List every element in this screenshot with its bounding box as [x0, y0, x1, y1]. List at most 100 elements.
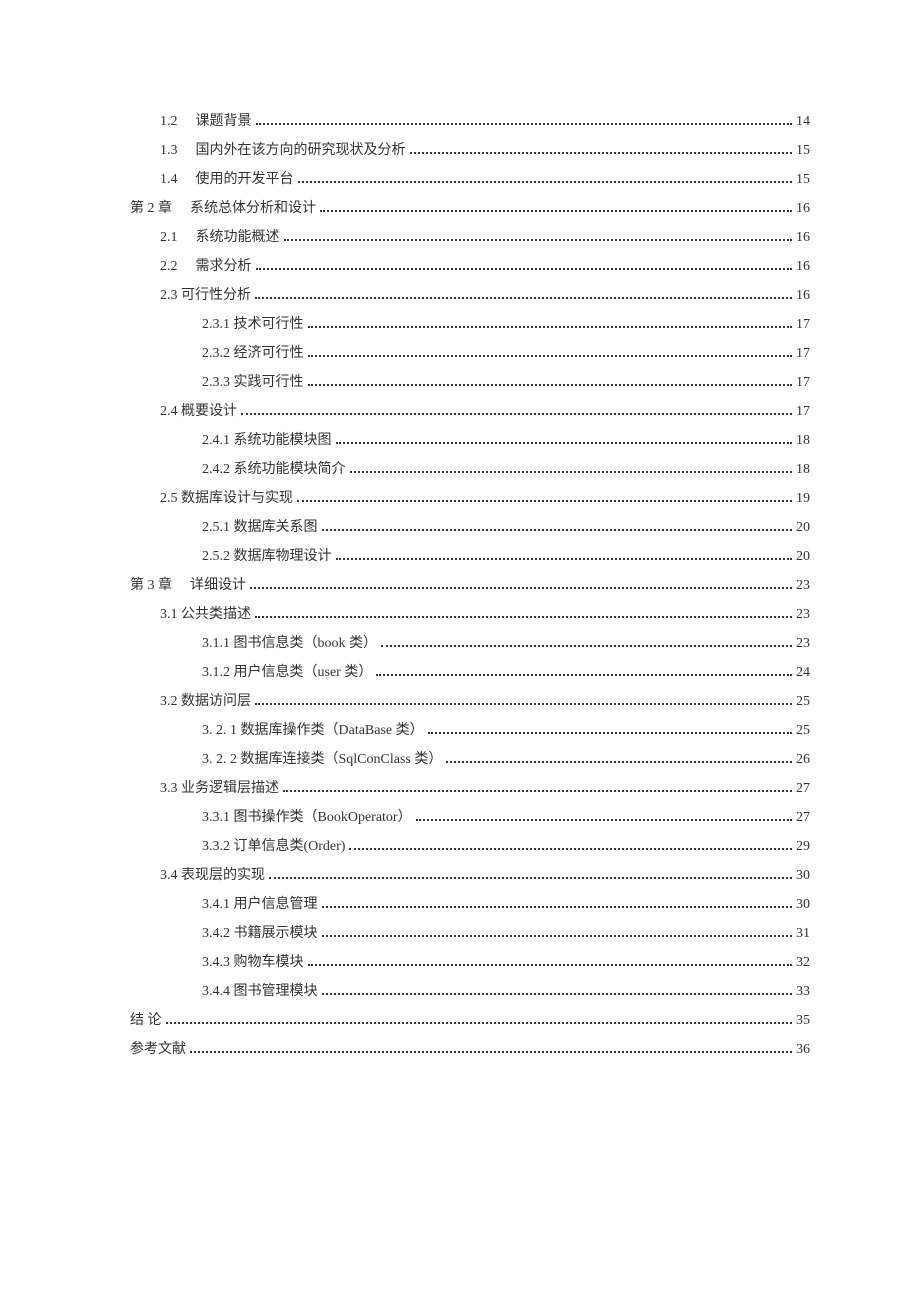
- toc-leader-dots: [255, 616, 792, 618]
- toc-entry: 2.5.2 数据库物理设计20: [130, 545, 810, 565]
- toc-title: 2.5.1 数据库关系图: [202, 516, 318, 536]
- toc-leader-dots: [428, 732, 792, 734]
- toc-leader-dots: [322, 529, 793, 531]
- toc-page-number: 30: [796, 897, 810, 913]
- table-of-contents: 1.2课题背景141.3国内外在该方向的研究现状及分析151.4使用的开发平台1…: [130, 110, 810, 1058]
- toc-title: 2.4 概要设计: [160, 400, 237, 420]
- toc-number: 2.1: [160, 230, 178, 246]
- toc-entry: 3.4 表现层的实现 30: [130, 864, 810, 884]
- toc-page-number: 23: [796, 636, 810, 652]
- toc-page-number: 35: [796, 1013, 810, 1029]
- toc-leader-dots: [241, 413, 792, 415]
- toc-title: 3.3.1 图书操作类（BookOperator）: [202, 806, 412, 826]
- toc-leader-dots: [298, 181, 793, 183]
- toc-entry: 1.2课题背景14: [130, 110, 810, 130]
- toc-entry: 3. 2. 2 数据库连接类（SqlConClass 类） 26: [130, 748, 810, 768]
- toc-number: 1.3: [160, 143, 178, 159]
- toc-entry: 2.3.3 实践可行性17: [130, 371, 810, 391]
- toc-page-number: 14: [796, 114, 810, 130]
- toc-page-number: 25: [796, 694, 810, 710]
- toc-entry: 3.4.2 书籍展示模块31: [130, 922, 810, 942]
- toc-leader-dots: [308, 964, 793, 966]
- toc-leader-dots: [381, 645, 792, 647]
- toc-title: 2.5 数据库设计与实现: [160, 487, 293, 507]
- toc-entry: 3.2 数据访问层25: [130, 690, 810, 710]
- toc-entry: 3.1 公共类描述23: [130, 603, 810, 623]
- toc-page-number: 27: [796, 810, 810, 826]
- toc-page-number: 17: [796, 404, 810, 420]
- toc-leader-dots: [250, 587, 792, 589]
- toc-leader-dots: [446, 761, 792, 763]
- toc-title: 需求分析: [196, 255, 252, 275]
- toc-entry: 2.3.1 技术可行性 17: [130, 313, 810, 333]
- toc-page-number: 17: [796, 346, 810, 362]
- toc-title: 2.3.3 实践可行性: [202, 371, 304, 391]
- toc-entry: 3.3.1 图书操作类（BookOperator） 27: [130, 806, 810, 826]
- toc-entry: 2.4 概要设计 17: [130, 400, 810, 420]
- toc-title: 详细设计: [190, 574, 246, 594]
- toc-title: 3.4.3 购物车模块: [202, 951, 304, 971]
- toc-page-number: 17: [796, 317, 810, 333]
- toc-number: 第 2 章: [130, 197, 172, 217]
- toc-entry: 第 3 章详细设计23: [130, 574, 810, 594]
- toc-title: 2.5.2 数据库物理设计: [202, 545, 332, 565]
- toc-number: 1.4: [160, 172, 178, 188]
- toc-title: 3.3.2 订单信息类(Order): [202, 835, 345, 855]
- toc-entry: 结 论 35: [130, 1009, 810, 1029]
- toc-leader-dots: [308, 355, 793, 357]
- toc-entry: 3.4.4 图书管理模块 33: [130, 980, 810, 1000]
- toc-page-number: 30: [796, 868, 810, 884]
- toc-entry: 3. 2. 1 数据库操作类（DataBase 类） 25: [130, 719, 810, 739]
- toc-title: 3. 2. 2 数据库连接类（SqlConClass 类）: [202, 748, 442, 768]
- toc-leader-dots: [166, 1022, 793, 1024]
- toc-title: 结 论: [130, 1009, 162, 1029]
- toc-title: 3.4 表现层的实现: [160, 864, 265, 884]
- toc-page-number: 20: [796, 520, 810, 536]
- toc-entry: 2.5 数据库设计与实现 19: [130, 487, 810, 507]
- toc-page-number: 29: [796, 839, 810, 855]
- toc-leader-dots: [336, 558, 793, 560]
- toc-entry: 2.1系统功能概述16: [130, 226, 810, 246]
- toc-entry: 2.5.1 数据库关系图 20: [130, 516, 810, 536]
- toc-leader-dots: [190, 1051, 792, 1053]
- toc-leader-dots: [322, 935, 793, 937]
- toc-page-number: 27: [796, 781, 810, 797]
- toc-title: 系统总体分析和设计: [190, 197, 316, 217]
- toc-leader-dots: [322, 993, 793, 995]
- toc-leader-dots: [297, 500, 792, 502]
- toc-title: 2.3 可行性分析: [160, 284, 251, 304]
- toc-entry: 3.1.1 图书信息类（book 类）23: [130, 632, 810, 652]
- toc-page-number: 16: [796, 201, 810, 217]
- toc-leader-dots: [284, 239, 793, 241]
- toc-page-number: 15: [796, 172, 810, 188]
- toc-leader-dots: [269, 877, 792, 879]
- toc-title: 3.4.1 用户信息管理: [202, 893, 318, 913]
- toc-entry: 2.3.2 经济可行性 17: [130, 342, 810, 362]
- toc-title: 3.1 公共类描述: [160, 603, 251, 623]
- toc-title: 2.3.2 经济可行性: [202, 342, 304, 362]
- toc-page-number: 19: [796, 491, 810, 507]
- toc-title: 2.3.1 技术可行性: [202, 313, 304, 333]
- toc-page-number: 15: [796, 143, 810, 159]
- toc-page-number: 33: [796, 984, 810, 1000]
- toc-entry: 参考文献36: [130, 1038, 810, 1058]
- toc-page-number: 18: [796, 433, 810, 449]
- toc-leader-dots: [349, 848, 792, 850]
- toc-leader-dots: [336, 442, 793, 444]
- toc-number: 2.2: [160, 259, 178, 275]
- toc-page-number: 16: [796, 259, 810, 275]
- toc-title: 3.1.2 用户信息类（user 类）: [202, 661, 372, 681]
- toc-leader-dots: [350, 471, 793, 473]
- toc-page-number: 25: [796, 723, 810, 739]
- toc-page-number: 26: [796, 752, 810, 768]
- toc-entry: 第 2 章系统总体分析和设计 16: [130, 197, 810, 217]
- toc-title: 3. 2. 1 数据库操作类（DataBase 类）: [202, 719, 424, 739]
- toc-leader-dots: [416, 819, 792, 821]
- toc-page-number: 16: [796, 230, 810, 246]
- toc-entry: 3.1.2 用户信息类（user 类）24: [130, 661, 810, 681]
- toc-entry: 2.2 需求分析 16: [130, 255, 810, 275]
- toc-leader-dots: [410, 152, 793, 154]
- toc-title: 3.4.4 图书管理模块: [202, 980, 318, 1000]
- toc-leader-dots: [255, 703, 792, 705]
- toc-entry: 2.4.1 系统功能模块图18: [130, 429, 810, 449]
